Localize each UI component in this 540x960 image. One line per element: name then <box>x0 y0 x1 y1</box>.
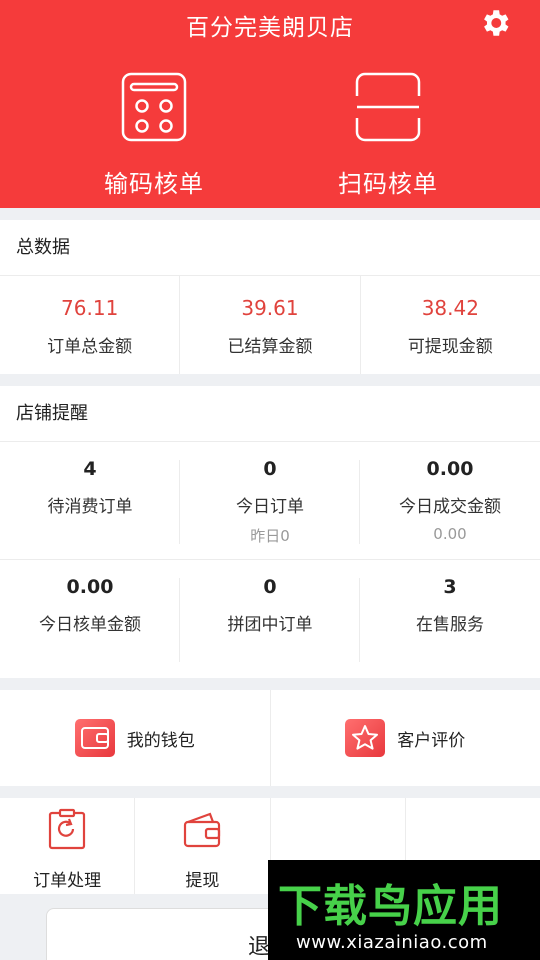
today-orders[interactable]: 0 今日订单 昨日0 <box>180 442 360 559</box>
scan-code-verify-label: 扫码核单 <box>338 170 438 198</box>
stat-value: 4 <box>83 458 97 480</box>
scan-code-verify-button[interactable]: 扫码核单 <box>288 72 488 199</box>
stat-label: 在售服务 <box>416 615 484 635</box>
group-buy-orders[interactable]: 0 拼团中订单 <box>180 560 360 677</box>
stat-label: 今日核单金额 <box>39 615 141 635</box>
withdrawable-amount[interactable]: 38.42 可提现金额 <box>361 276 540 374</box>
total-order-amount[interactable]: 76.11 订单总金额 <box>0 276 181 374</box>
wallet-icon <box>74 719 115 757</box>
stat-value: 0.00 <box>66 576 114 598</box>
my-wallet-button[interactable]: 我的钱包 <box>0 690 271 786</box>
customer-reviews-label: 客户评价 <box>397 730 466 751</box>
header-bar: 百分完美朗贝店 输码核单 扫码核单 <box>0 0 540 208</box>
stat-value: 0 <box>263 576 277 598</box>
stat-label: 订单总金额 <box>47 337 133 357</box>
stat-value: 38.42 <box>421 296 479 320</box>
stat-value: 76.11 <box>61 296 119 320</box>
stat-value: 39.61 <box>241 296 299 320</box>
stat-label: 拼团中订单 <box>227 615 313 635</box>
withdraw-button[interactable]: 提现 <box>135 798 271 894</box>
withdraw-label: 提现 <box>185 871 220 891</box>
scan-icon <box>355 72 421 142</box>
today-verified-amount[interactable]: 0.00 今日核单金额 <box>0 560 180 677</box>
store-reminders-section: 店铺提醒 4 待消费订单 0 今日订单 昨日0 0.00 今日成交金额 0.00… <box>0 386 540 678</box>
my-wallet-label: 我的钱包 <box>126 730 195 751</box>
stat-value: 0.00 <box>426 458 474 480</box>
order-processing-label: 订单处理 <box>33 871 102 891</box>
stat-label: 可提现金额 <box>407 337 493 357</box>
stat-label: 已结算金额 <box>227 337 313 357</box>
stat-value: 0 <box>263 458 277 480</box>
stat-value: 3 <box>443 576 457 598</box>
input-code-verify-label: 输码核单 <box>104 170 204 198</box>
gear-icon[interactable] <box>478 6 512 40</box>
quick-links: 我的钱包 客户评价 <box>0 690 540 786</box>
stat-label: 今日订单 <box>236 497 304 517</box>
stat-label: 今日成交金额 <box>399 497 501 517</box>
watermark: 下载鸟应用 www.xiazainiao.com <box>268 860 540 960</box>
star-icon <box>345 719 386 757</box>
services-on-sale[interactable]: 3 在售服务 <box>360 560 540 677</box>
clipboard-refresh-icon <box>49 808 86 850</box>
customer-reviews-button[interactable]: 客户评价 <box>271 690 540 786</box>
store-title: 百分完美朗贝店 <box>186 15 354 41</box>
settled-amount[interactable]: 39.61 已结算金额 <box>180 276 361 374</box>
totals-section: 总数据 76.11 订单总金额 39.61 已结算金额 38.42 可提现金额 <box>0 220 540 374</box>
keypad-icon <box>121 72 187 142</box>
watermark-logo-text: 下载鸟应用 <box>278 881 503 932</box>
withdraw-wallet-icon <box>184 812 221 848</box>
input-code-verify-button[interactable]: 输码核单 <box>54 72 254 199</box>
stat-subtext: 昨日0 <box>250 527 290 545</box>
today-deal-amount[interactable]: 0.00 今日成交金额 0.00 <box>360 442 540 559</box>
pending-orders[interactable]: 4 待消费订单 <box>0 442 180 559</box>
watermark-url: www.xiazainiao.com <box>296 932 488 953</box>
stat-subtext: 0.00 <box>433 525 467 543</box>
order-processing-button[interactable]: 订单处理 <box>0 798 136 894</box>
section-title: 总数据 <box>0 220 540 276</box>
stat-label: 待消费订单 <box>47 497 133 517</box>
section-title: 店铺提醒 <box>0 386 540 442</box>
